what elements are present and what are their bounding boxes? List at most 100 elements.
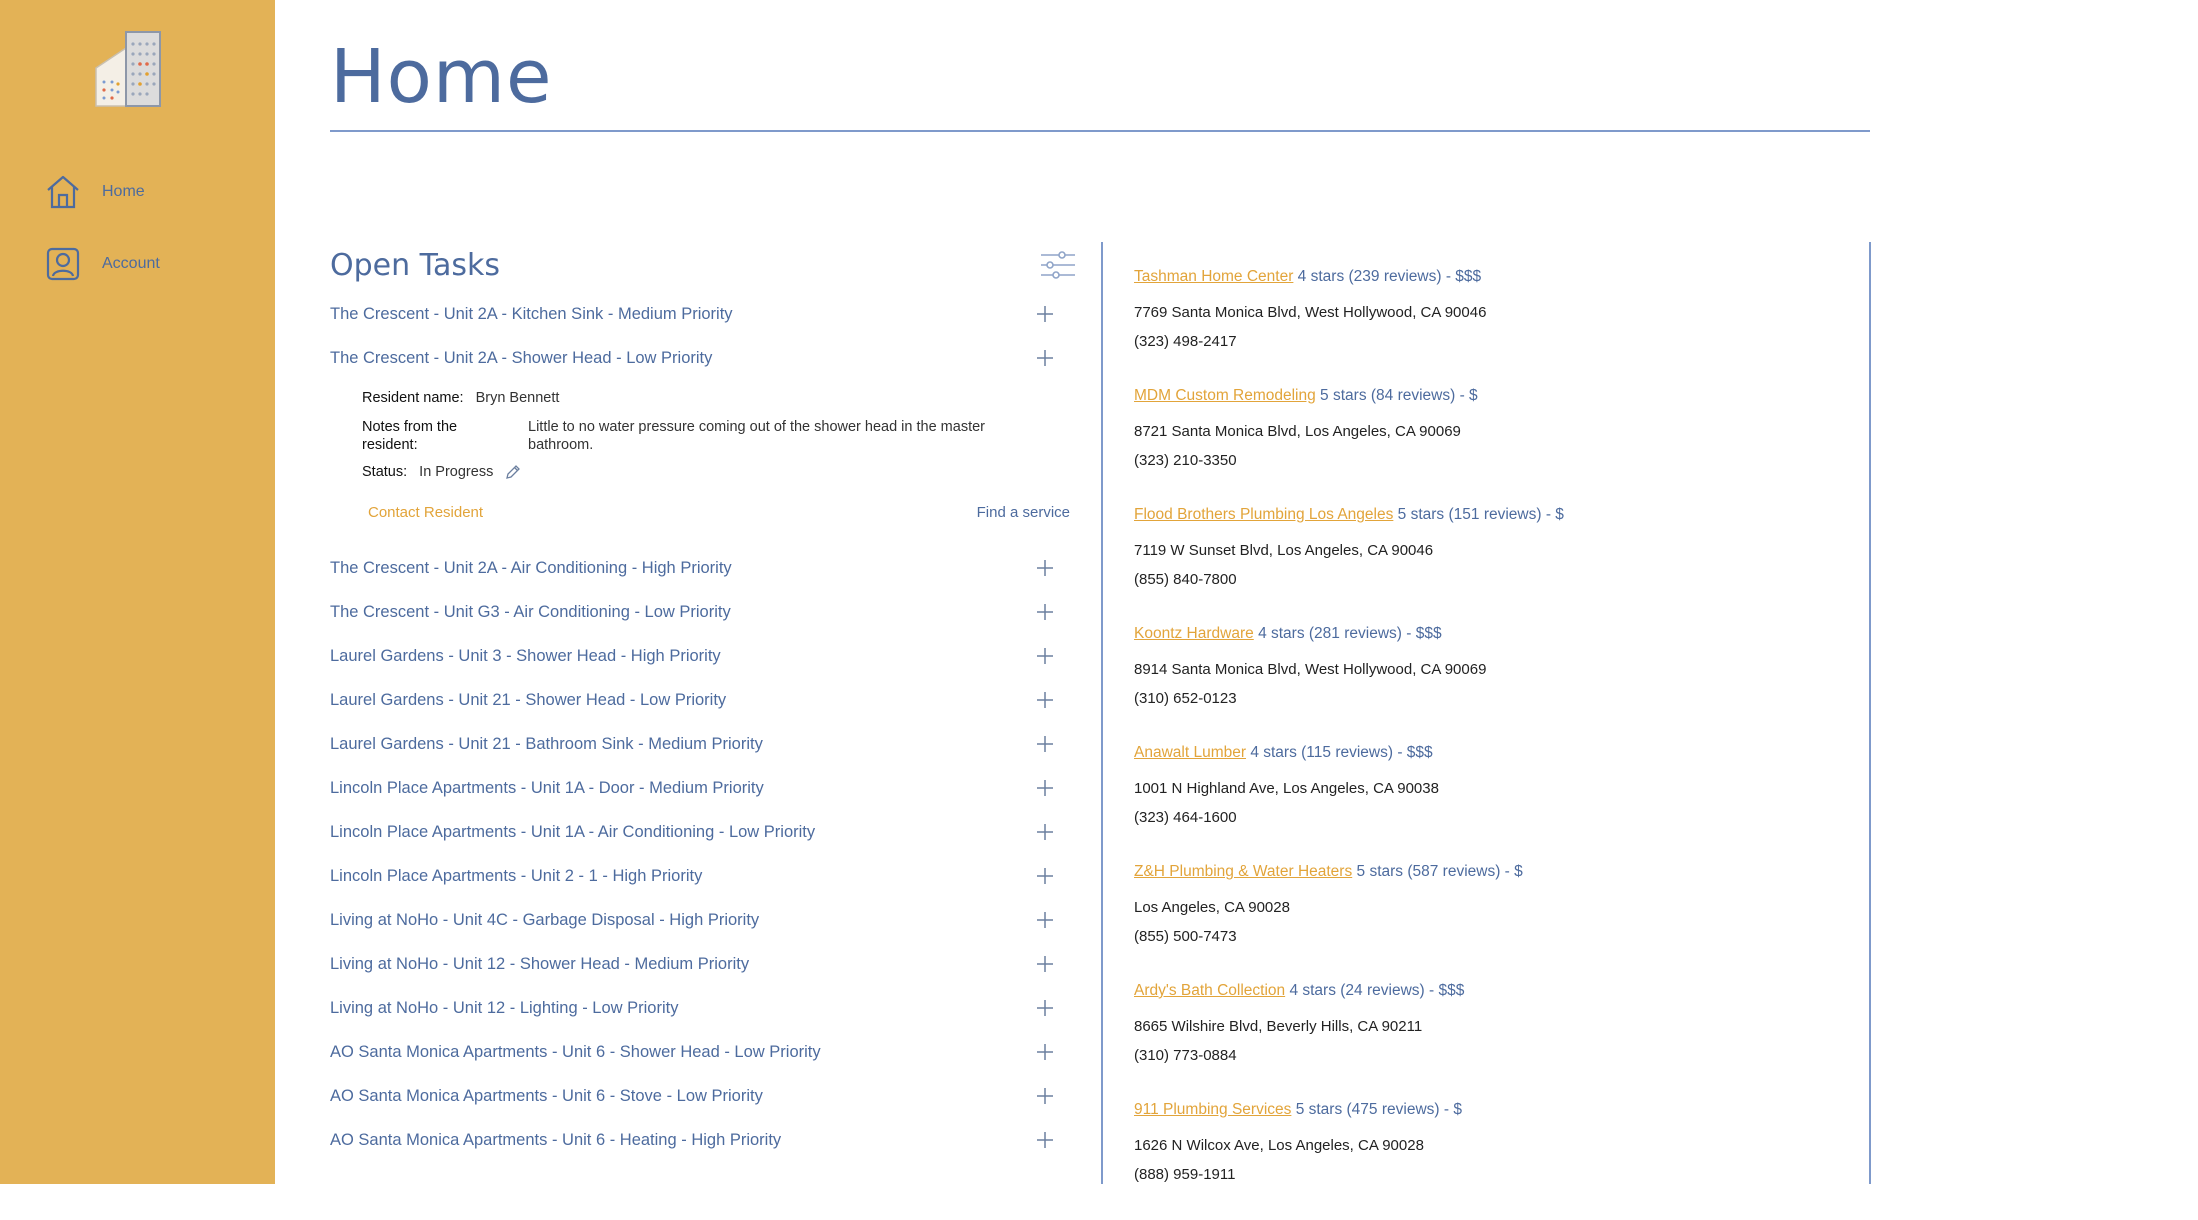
expand-plus-icon[interactable] bbox=[1036, 911, 1054, 929]
task-label: Laurel Gardens - Unit 3 - Shower Head - … bbox=[330, 646, 721, 665]
sidebar-item-label: Home bbox=[102, 183, 145, 200]
open-tasks-panel: Open Tasks The Crescent - Unit 2A - Kitc… bbox=[330, 240, 1075, 1162]
service-name-link[interactable]: 911 Plumbing Services bbox=[1134, 1101, 1291, 1118]
expand-plus-icon[interactable] bbox=[1036, 867, 1054, 885]
task-row[interactable]: The Crescent - Unit 2A - Kitchen Sink - … bbox=[330, 292, 1075, 336]
notes-value-line1: Little to no water pressure coming out o… bbox=[528, 419, 985, 435]
sidebar: Home Account bbox=[0, 0, 275, 1184]
status-label: Status: bbox=[362, 464, 408, 480]
service-name-link[interactable]: Ardy's Bath Collection bbox=[1134, 982, 1285, 999]
service-address: 8665 Wilshire Blvd, Beverly Hills, CA 90… bbox=[1134, 1018, 1423, 1035]
task-label: AO Santa Monica Apartments - Unit 6 - St… bbox=[330, 1086, 763, 1105]
task-label: AO Santa Monica Apartments - Unit 6 - He… bbox=[330, 1130, 782, 1149]
service-phone: (323) 210-3350 bbox=[1134, 452, 1237, 469]
contact-resident-link[interactable]: Contact Resident bbox=[368, 504, 483, 521]
building-logo-icon bbox=[95, 31, 161, 107]
home-icon bbox=[47, 175, 79, 209]
service-name-link[interactable]: Z&H Plumbing & Water Heaters bbox=[1134, 863, 1352, 880]
expand-plus-icon[interactable] bbox=[1036, 305, 1054, 323]
service-item: Ardy's Bath Collection 4 stars (24 revie… bbox=[1134, 982, 1854, 1101]
expand-plus-icon[interactable] bbox=[1036, 349, 1054, 367]
service-phone: (310) 773-0884 bbox=[1134, 1047, 1237, 1064]
task-label: The Crescent - Unit G3 - Air Conditionin… bbox=[330, 602, 731, 621]
service-address: 7119 W Sunset Blvd, Los Angeles, CA 9004… bbox=[1134, 542, 1434, 559]
expand-plus-icon[interactable] bbox=[1036, 779, 1054, 797]
task-row[interactable]: The Crescent - Unit 2A - Air Conditionin… bbox=[330, 546, 1075, 590]
task-label: The Crescent - Unit 2A - Shower Head - L… bbox=[330, 348, 713, 367]
expand-plus-icon[interactable] bbox=[1036, 603, 1054, 621]
task-row[interactable]: AO Santa Monica Apartments - Unit 6 - He… bbox=[330, 1118, 1075, 1162]
expand-plus-icon[interactable] bbox=[1036, 735, 1054, 753]
service-phone: (855) 840-7800 bbox=[1134, 571, 1237, 588]
expand-plus-icon[interactable] bbox=[1036, 1043, 1054, 1061]
service-rating: 5 stars (151 reviews) - $ bbox=[1393, 506, 1564, 523]
service-phone: (888) 959-1911 bbox=[1134, 1166, 1236, 1183]
task-row[interactable]: Laurel Gardens - Unit 21 - Bathroom Sink… bbox=[330, 722, 1075, 766]
expand-plus-icon[interactable] bbox=[1036, 647, 1054, 665]
title-divider bbox=[330, 130, 1870, 132]
service-name-link[interactable]: Anawalt Lumber bbox=[1134, 744, 1246, 761]
service-address: 1001 N Highland Ave, Los Angeles, CA 900… bbox=[1134, 780, 1439, 797]
service-name-link[interactable]: Flood Brothers Plumbing Los Angeles bbox=[1134, 506, 1393, 523]
service-item: Koontz Hardware 4 stars (281 reviews) - … bbox=[1134, 625, 1854, 744]
expand-plus-icon[interactable] bbox=[1036, 559, 1054, 577]
service-rating: 5 stars (587 reviews) - $ bbox=[1352, 863, 1523, 880]
notes-label-line1: Notes from the bbox=[362, 419, 458, 435]
find-service-link[interactable]: Find a service bbox=[977, 504, 1070, 521]
task-row[interactable]: Living at NoHo - Unit 12 - Lighting - Lo… bbox=[330, 986, 1075, 1030]
service-address: 1626 N Wilcox Ave, Los Angeles, CA 90028 bbox=[1134, 1137, 1424, 1154]
expand-plus-icon[interactable] bbox=[1036, 823, 1054, 841]
task-label: Lincoln Place Apartments - Unit 1A - Air… bbox=[330, 822, 816, 841]
notes-value-line2: bathroom. bbox=[528, 437, 594, 453]
task-row-expanded[interactable]: The Crescent - Unit 2A - Shower Head - L… bbox=[330, 336, 1075, 380]
open-tasks-title: Open Tasks bbox=[330, 248, 501, 283]
service-item: Anawalt Lumber 4 stars (115 reviews) - $… bbox=[1134, 744, 1854, 863]
service-name-link[interactable]: Tashman Home Center bbox=[1134, 268, 1293, 285]
sidebar-item-label: Account bbox=[102, 255, 160, 272]
service-item: Flood Brothers Plumbing Los Angeles 5 st… bbox=[1134, 506, 1854, 625]
task-row[interactable]: AO Santa Monica Apartments - Unit 6 - Sh… bbox=[330, 1030, 1075, 1074]
service-item: MDM Custom Remodeling 5 stars (84 review… bbox=[1134, 387, 1854, 506]
task-row[interactable]: Living at NoHo - Unit 12 - Shower Head -… bbox=[330, 942, 1075, 986]
task-label: The Crescent - Unit 2A - Air Conditionin… bbox=[330, 558, 732, 577]
service-rating: 5 stars (475 reviews) - $ bbox=[1291, 1101, 1462, 1118]
service-name-link[interactable]: MDM Custom Remodeling bbox=[1134, 387, 1316, 404]
service-phone: (323) 498-2417 bbox=[1134, 333, 1237, 350]
task-label: The Crescent - Unit 2A - Kitchen Sink - … bbox=[330, 304, 733, 323]
account-icon bbox=[46, 247, 80, 281]
task-row[interactable]: Lincoln Place Apartments - Unit 2 - 1 - … bbox=[330, 854, 1075, 898]
service-rating: 4 stars (115 reviews) - $$$ bbox=[1246, 744, 1433, 761]
service-item: 911 Plumbing Services 5 stars (475 revie… bbox=[1134, 1101, 1854, 1220]
expand-plus-icon[interactable] bbox=[1036, 955, 1054, 973]
service-address: 7769 Santa Monica Blvd, West Hollywood, … bbox=[1134, 304, 1487, 321]
expand-plus-icon[interactable] bbox=[1036, 1131, 1054, 1149]
task-row[interactable]: Lincoln Place Apartments - Unit 1A - Air… bbox=[330, 810, 1075, 854]
expand-plus-icon[interactable] bbox=[1036, 999, 1054, 1017]
service-rating: 4 stars (239 reviews) - $$$ bbox=[1293, 268, 1482, 285]
pencil-edit-icon[interactable] bbox=[505, 464, 521, 480]
task-row[interactable]: Lincoln Place Apartments - Unit 1A - Doo… bbox=[330, 766, 1075, 810]
task-row[interactable]: AO Santa Monica Apartments - Unit 6 - St… bbox=[330, 1074, 1075, 1118]
service-list: Tashman Home Center 4 stars (239 reviews… bbox=[1134, 268, 1854, 1220]
filter-sliders-icon[interactable] bbox=[1040, 250, 1076, 280]
expand-plus-icon[interactable] bbox=[1036, 1087, 1054, 1105]
notes-label-line2: resident: bbox=[362, 437, 418, 453]
task-label: Lincoln Place Apartments - Unit 1A - Doo… bbox=[330, 778, 764, 797]
task-row[interactable]: The Crescent - Unit G3 - Air Conditionin… bbox=[330, 590, 1075, 634]
service-address: 8914 Santa Monica Blvd, West Hollywood, … bbox=[1134, 661, 1487, 678]
task-row[interactable]: Laurel Gardens - Unit 3 - Shower Head - … bbox=[330, 634, 1075, 678]
task-label: Lincoln Place Apartments - Unit 2 - 1 - … bbox=[330, 866, 703, 885]
service-name-link[interactable]: Koontz Hardware bbox=[1134, 625, 1254, 642]
task-detail: Resident name: Bryn Bennett Notes from t… bbox=[330, 380, 1075, 546]
task-row[interactable]: Living at NoHo - Unit 4C - Garbage Dispo… bbox=[330, 898, 1075, 942]
expand-plus-icon[interactable] bbox=[1036, 691, 1054, 709]
task-row[interactable]: Laurel Gardens - Unit 21 - Shower Head -… bbox=[330, 678, 1075, 722]
sidebar-item-account[interactable]: Account bbox=[44, 245, 160, 283]
task-label: Living at NoHo - Unit 12 - Shower Head -… bbox=[330, 954, 750, 973]
service-item: Tashman Home Center 4 stars (239 reviews… bbox=[1134, 268, 1854, 387]
service-item: Z&H Plumbing & Water Heaters 5 stars (58… bbox=[1134, 863, 1854, 982]
service-rating: 4 stars (281 reviews) - $$$ bbox=[1253, 625, 1442, 642]
task-label: Living at NoHo - Unit 12 - Lighting - Lo… bbox=[330, 998, 679, 1017]
sidebar-item-home[interactable]: Home bbox=[44, 173, 145, 211]
resident-name-value: Bryn Bennett bbox=[475, 390, 560, 406]
